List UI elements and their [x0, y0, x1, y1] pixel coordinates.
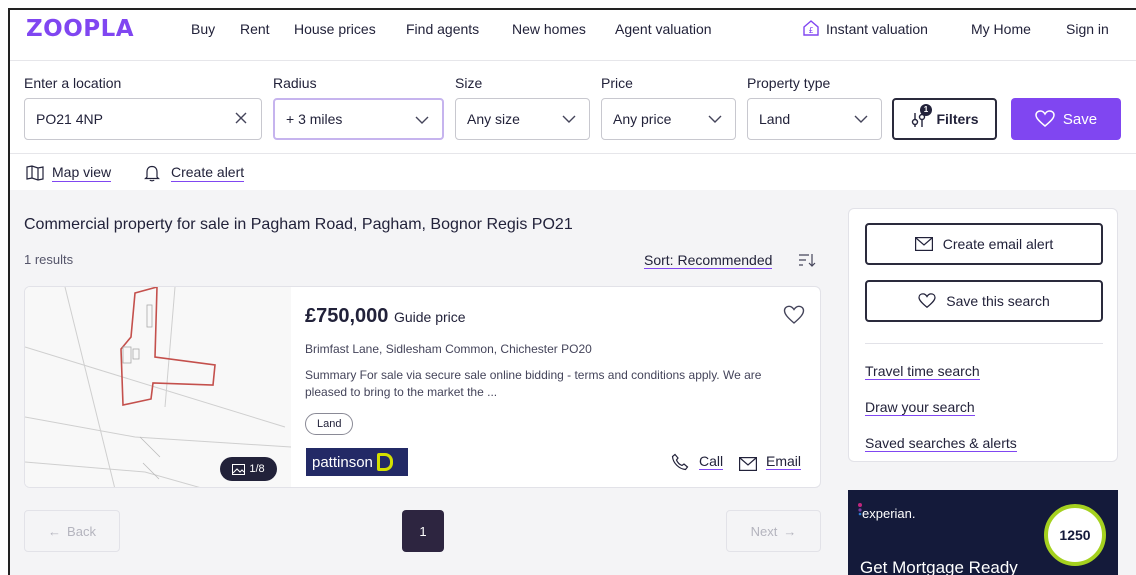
- sidebar-divider: [865, 343, 1103, 344]
- search-filters-bar: Enter a location PO21 4NP Radius + 3 mil…: [10, 60, 1136, 144]
- search-actions-sidebar: Create email alert Save this search Trav…: [848, 208, 1118, 462]
- results-count: 1 results: [24, 252, 74, 267]
- location-input[interactable]: PO21 4NP: [24, 98, 262, 140]
- save-label: Save: [1062, 110, 1098, 128]
- draw-your-search-link[interactable]: Draw your search: [865, 399, 975, 416]
- email-icon: [739, 457, 757, 472]
- svg-text:£: £: [808, 26, 813, 35]
- property-type-select[interactable]: Land: [747, 98, 882, 140]
- arrow-left-icon: ←: [48, 523, 62, 539]
- heart-icon: [918, 293, 936, 309]
- location-value: PO21 4NP: [36, 111, 103, 127]
- nav-agent-valuation[interactable]: Agent valuation: [615, 21, 712, 37]
- pagination-back-button[interactable]: ← Back: [24, 510, 120, 552]
- image-count: 1/8: [249, 463, 265, 475]
- page-title: Commercial property for sale in Pagham R…: [24, 216, 573, 233]
- nav-my-home[interactable]: My Home: [971, 21, 1031, 37]
- radius-select[interactable]: + 3 miles: [273, 98, 444, 140]
- listing-summary[interactable]: Summary For sale via secure sale online …: [305, 367, 805, 401]
- chevron-down-icon: [562, 115, 576, 123]
- create-email-alert-label: Create email alert: [942, 236, 1054, 252]
- price-qualifier: Guide price: [393, 309, 466, 325]
- radius-value: + 3 miles: [286, 111, 343, 127]
- zoopla-logo[interactable]: ZOOPLA: [26, 16, 134, 42]
- chevron-down-icon: [708, 115, 722, 123]
- agent-logo[interactable]: pattinson: [306, 448, 408, 476]
- agent-name: pattinson: [312, 453, 373, 471]
- advert-title: Get Mortgage Ready: [860, 558, 1018, 575]
- saved-searches-alerts-link[interactable]: Saved searches & alerts: [865, 435, 1017, 452]
- filters-count-badge: 1: [920, 104, 932, 116]
- home-valuation-icon: £: [803, 20, 819, 36]
- nav-new-homes[interactable]: New homes: [512, 21, 586, 37]
- price-select[interactable]: Any price: [601, 98, 736, 140]
- credit-score-badge: 1250: [1044, 504, 1106, 566]
- map-view-link[interactable]: Map view: [52, 164, 112, 182]
- travel-time-search-link[interactable]: Travel time search: [865, 363, 980, 380]
- location-label: Enter a location: [24, 75, 122, 91]
- filters-button[interactable]: 1 Filters: [892, 98, 997, 140]
- phone-icon: [671, 453, 689, 471]
- next-label: Next: [750, 523, 778, 539]
- price-value: Any price: [613, 111, 672, 127]
- sort-icon[interactable]: [798, 252, 816, 268]
- nav-buy[interactable]: Buy: [191, 21, 215, 37]
- property-type-tag: Land: [305, 413, 354, 435]
- top-navigation: ZOOPLA Buy Rent House prices Find agents…: [10, 10, 1136, 52]
- size-value: Any size: [467, 111, 520, 127]
- create-alert-link[interactable]: Create alert: [171, 164, 245, 182]
- size-select[interactable]: Any size: [455, 98, 590, 140]
- nav-rent[interactable]: Rent: [240, 21, 270, 37]
- bell-icon: [144, 165, 160, 182]
- size-label: Size: [455, 75, 483, 91]
- listing-map-image[interactable]: 1/8: [25, 287, 292, 487]
- experian-brand: experian.: [862, 506, 916, 521]
- chevron-down-icon: [415, 116, 429, 124]
- property-type-value: Land: [759, 111, 791, 127]
- experian-advert[interactable]: experian. 1250 Get Mortgage Ready: [848, 490, 1118, 575]
- price-value: £750,000: [305, 305, 389, 327]
- credit-score-value: 1250: [1059, 527, 1091, 543]
- save-this-search-button[interactable]: Save this search: [865, 280, 1103, 322]
- nav-house-prices[interactable]: House prices: [294, 21, 376, 37]
- save-search-button[interactable]: Save: [1011, 98, 1121, 140]
- pagination-page-1[interactable]: 1: [402, 510, 444, 552]
- sort-dropdown[interactable]: Sort: Recommended: [644, 252, 773, 269]
- image-count-badge[interactable]: 1/8: [220, 457, 277, 481]
- price-label: Price: [601, 75, 633, 91]
- view-toolbar: Map view Create alert: [10, 153, 1136, 189]
- map-icon: [26, 165, 44, 181]
- radius-label: Radius: [273, 75, 317, 91]
- property-type-label: Property type: [747, 75, 831, 91]
- listing-address[interactable]: Brimfast Lane, Sidlesham Common, Chiches…: [305, 342, 592, 356]
- arrow-right-icon: →: [783, 523, 797, 539]
- favourite-heart-icon[interactable]: [783, 305, 805, 325]
- call-button[interactable]: Call: [699, 453, 724, 470]
- back-label: Back: [67, 523, 96, 539]
- create-email-alert-button[interactable]: Create email alert: [865, 223, 1103, 265]
- image-icon: [232, 463, 246, 475]
- listing-card[interactable]: 1/8 £750,000 Guide price Brimfast Lane, …: [24, 286, 821, 488]
- nav-instant-valuation[interactable]: Instant valuation: [826, 21, 928, 37]
- email-button[interactable]: Email: [766, 453, 802, 470]
- nav-sign-in[interactable]: Sign in: [1066, 21, 1109, 37]
- results-content: Commercial property for sale in Pagham R…: [10, 190, 1136, 575]
- listing-price[interactable]: £750,000 Guide price: [305, 305, 466, 328]
- pagination-next-button[interactable]: Next →: [726, 510, 821, 552]
- chevron-down-icon: [854, 115, 868, 123]
- filters-label: Filters: [936, 111, 979, 127]
- save-this-search-label: Save this search: [946, 293, 1050, 309]
- heart-icon: [1035, 110, 1055, 127]
- agent-logo-mark: [376, 453, 393, 471]
- clear-icon[interactable]: [233, 110, 249, 126]
- browser-viewport: ZOOPLA Buy Rent House prices Find agents…: [8, 8, 1136, 575]
- nav-find-agents[interactable]: Find agents: [406, 21, 479, 37]
- email-icon: [914, 237, 933, 251]
